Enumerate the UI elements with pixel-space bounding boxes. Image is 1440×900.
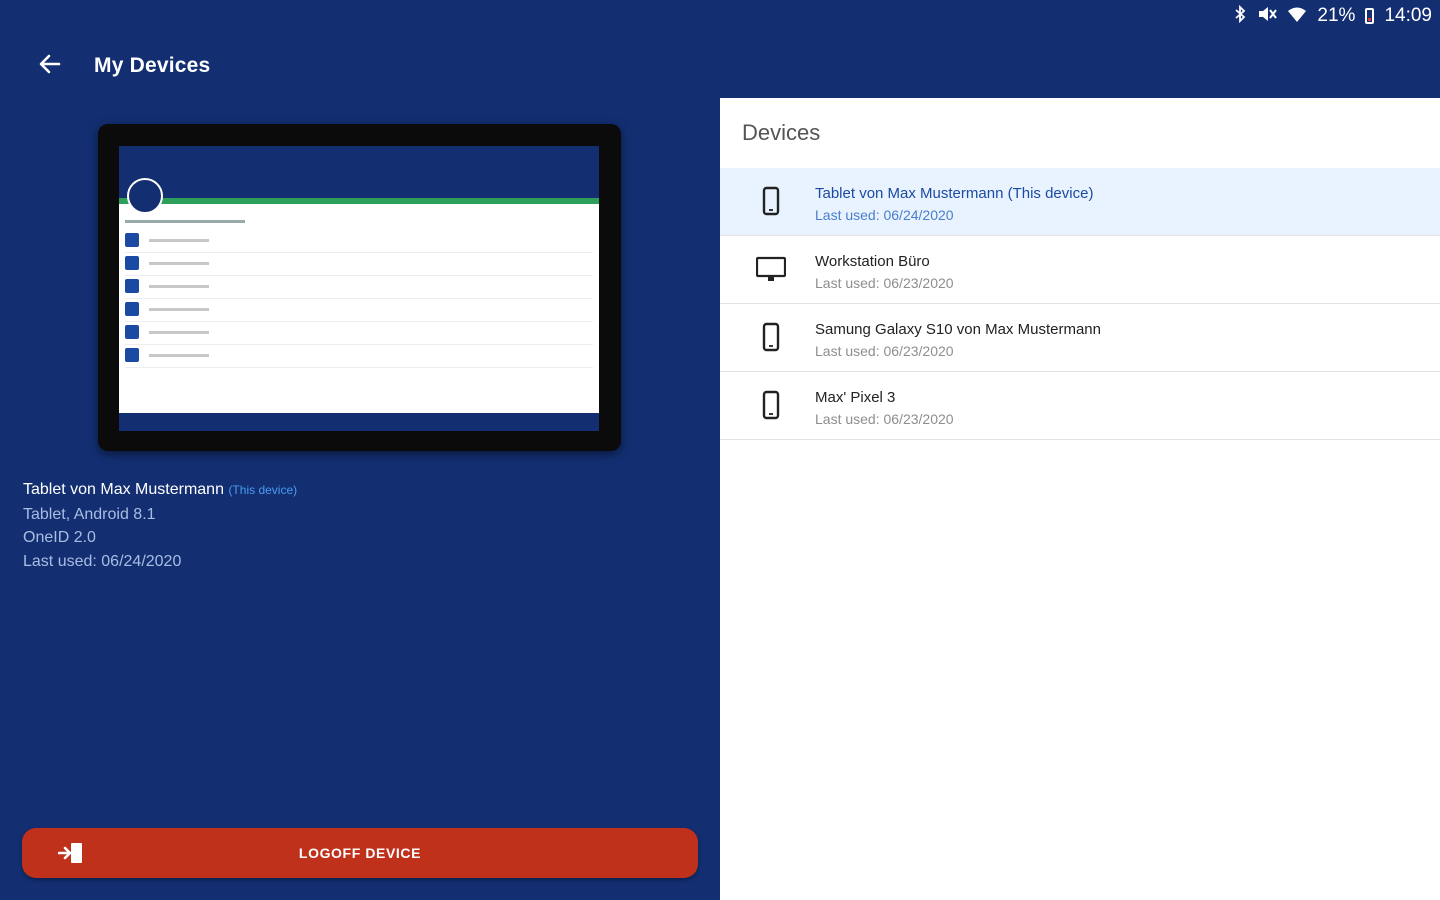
this-device-tag: (This device) xyxy=(228,483,298,497)
devices-title: Devices xyxy=(742,120,821,145)
device-preview-image xyxy=(98,124,621,451)
device-info: Tablet von Max Mustermann (This device) … xyxy=(23,478,297,573)
device-type: Tablet, Android 8.1 xyxy=(23,505,156,523)
clock: 14:09 xyxy=(1384,5,1432,26)
device-item-name: Max' Pixel 3 xyxy=(815,389,896,406)
device-item-last-used: Last used: 06/24/2020 xyxy=(815,207,954,223)
page-title: My Devices xyxy=(94,54,211,77)
device-name: Tablet von Max Mustermann xyxy=(23,481,224,498)
arrow-left-icon xyxy=(39,54,61,79)
mute-icon xyxy=(1257,5,1278,28)
device-item-name: Samung Galaxy S10 von Max Mustermann xyxy=(815,321,1101,338)
phone-icon xyxy=(756,322,786,352)
device-item-last-used: Last used: 06/23/2020 xyxy=(815,343,954,359)
app-bar: My Devices xyxy=(0,40,210,92)
logoff-device-button[interactable]: LOGOFF DEVICE xyxy=(22,828,698,878)
device-list-item[interactable]: Workstation Büro Last used: 06/23/2020 xyxy=(720,236,1440,304)
device-last-used: Last used: 06/24/2020 xyxy=(23,552,182,570)
back-button[interactable] xyxy=(24,40,76,92)
device-list-item[interactable]: Max' Pixel 3 Last used: 06/23/2020 xyxy=(720,372,1440,440)
device-item-name: Tablet von Max Mustermann (This device) xyxy=(815,185,1094,202)
device-item-last-used: Last used: 06/23/2020 xyxy=(815,411,954,427)
logout-icon xyxy=(57,841,84,870)
wifi-icon xyxy=(1287,5,1307,28)
device-screen xyxy=(119,146,599,431)
device-list-item[interactable]: Tablet von Max Mustermann (This device) … xyxy=(720,168,1440,236)
monitor-icon xyxy=(755,254,787,284)
battery-icon xyxy=(1365,8,1375,24)
logoff-label: LOGOFF DEVICE xyxy=(298,845,422,861)
device-item-last-used: Last used: 06/23/2020 xyxy=(815,275,954,291)
device-list-item[interactable]: Samung Galaxy S10 von Max Mustermann Las… xyxy=(720,304,1440,372)
devices-panel: Devices Tablet von Max Mustermann (This … xyxy=(720,98,1440,900)
app-version: OneID 2.0 xyxy=(23,529,96,546)
battery-percent: 21% xyxy=(1317,5,1356,26)
phone-icon xyxy=(756,186,786,216)
status-bar: 21% 14:09 xyxy=(1233,0,1440,32)
bluetooth-icon xyxy=(1233,4,1247,28)
device-list: Tablet von Max Mustermann (This device) … xyxy=(720,168,1440,440)
device-item-name: Workstation Büro xyxy=(815,253,930,270)
phone-icon xyxy=(756,390,786,420)
